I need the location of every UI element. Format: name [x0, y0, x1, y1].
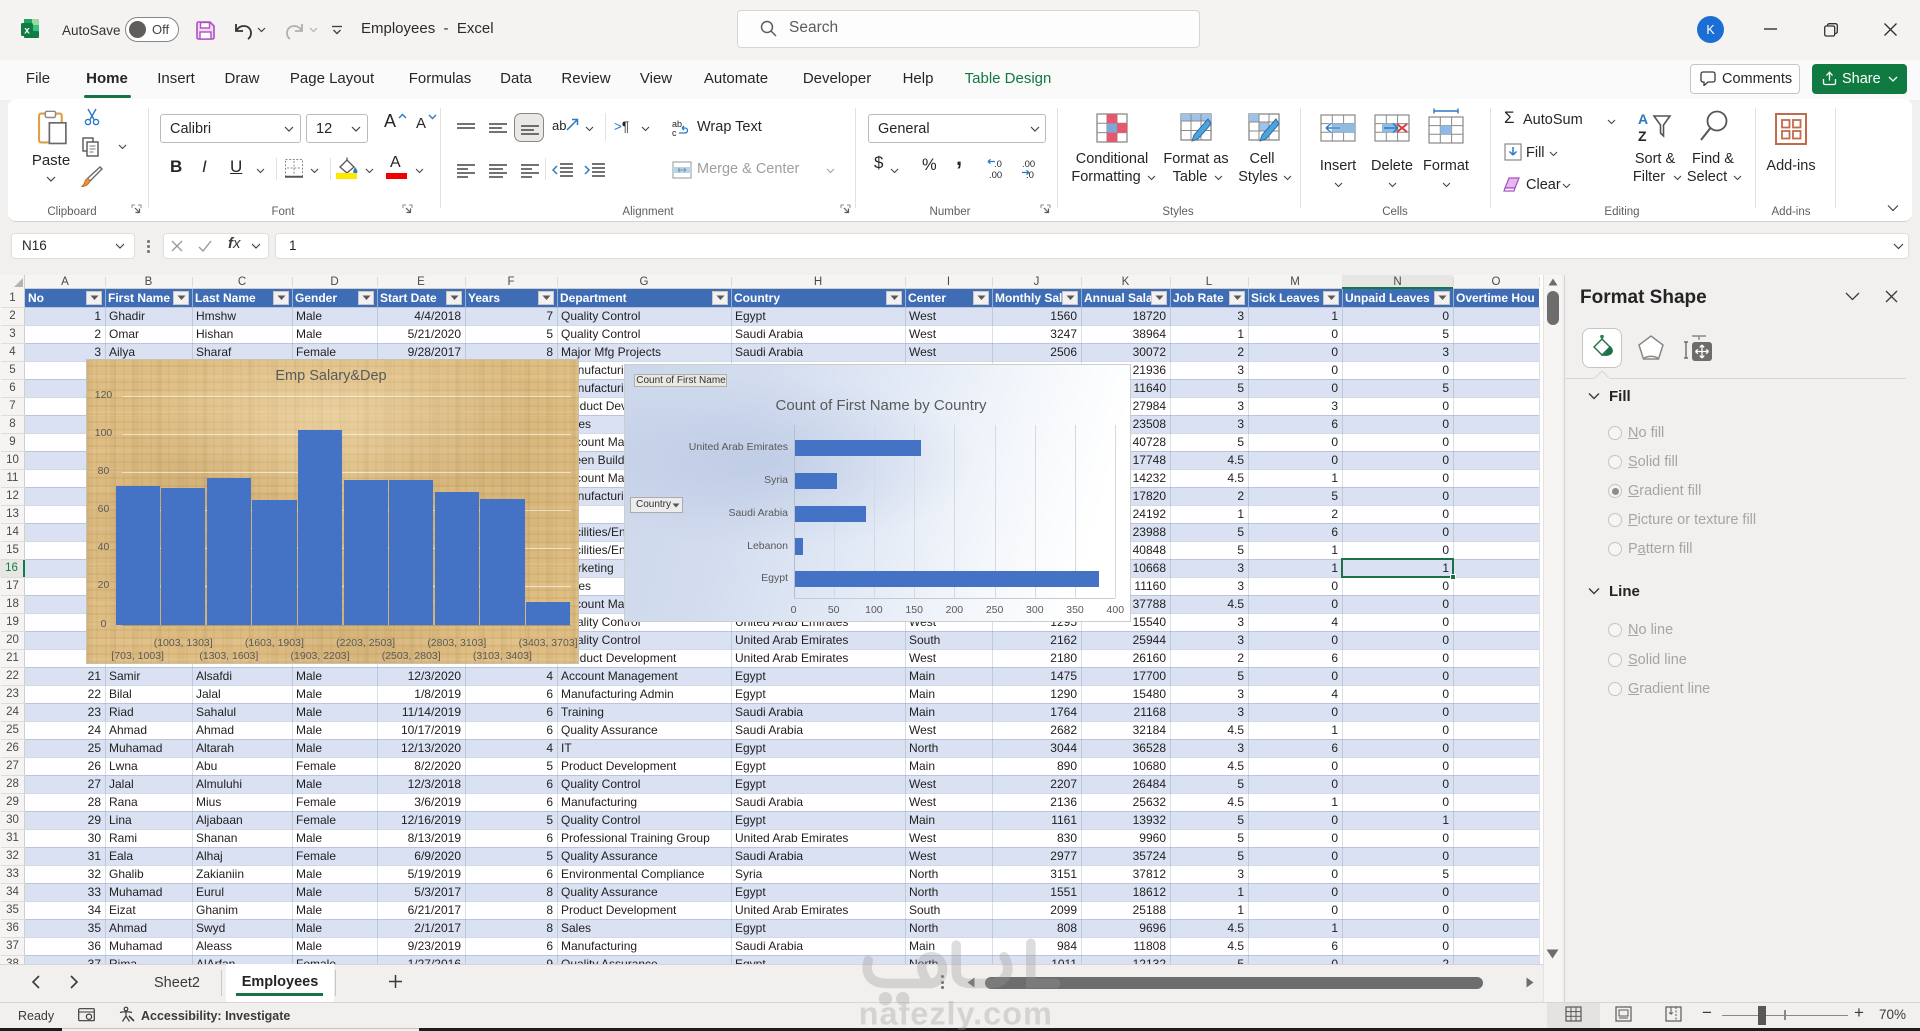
svg-text:.00: .00	[1022, 159, 1035, 170]
svg-text:.0: .0	[994, 159, 1002, 170]
svg-text:x: x	[24, 26, 30, 37]
svg-text:A: A	[1638, 111, 1648, 127]
svg-text:.00: .00	[989, 170, 1002, 180]
svg-text:Z: Z	[1638, 128, 1647, 144]
svg-text:c: c	[672, 128, 677, 137]
svg-text:nafezly.com: nafezly.com	[859, 996, 1053, 1030]
